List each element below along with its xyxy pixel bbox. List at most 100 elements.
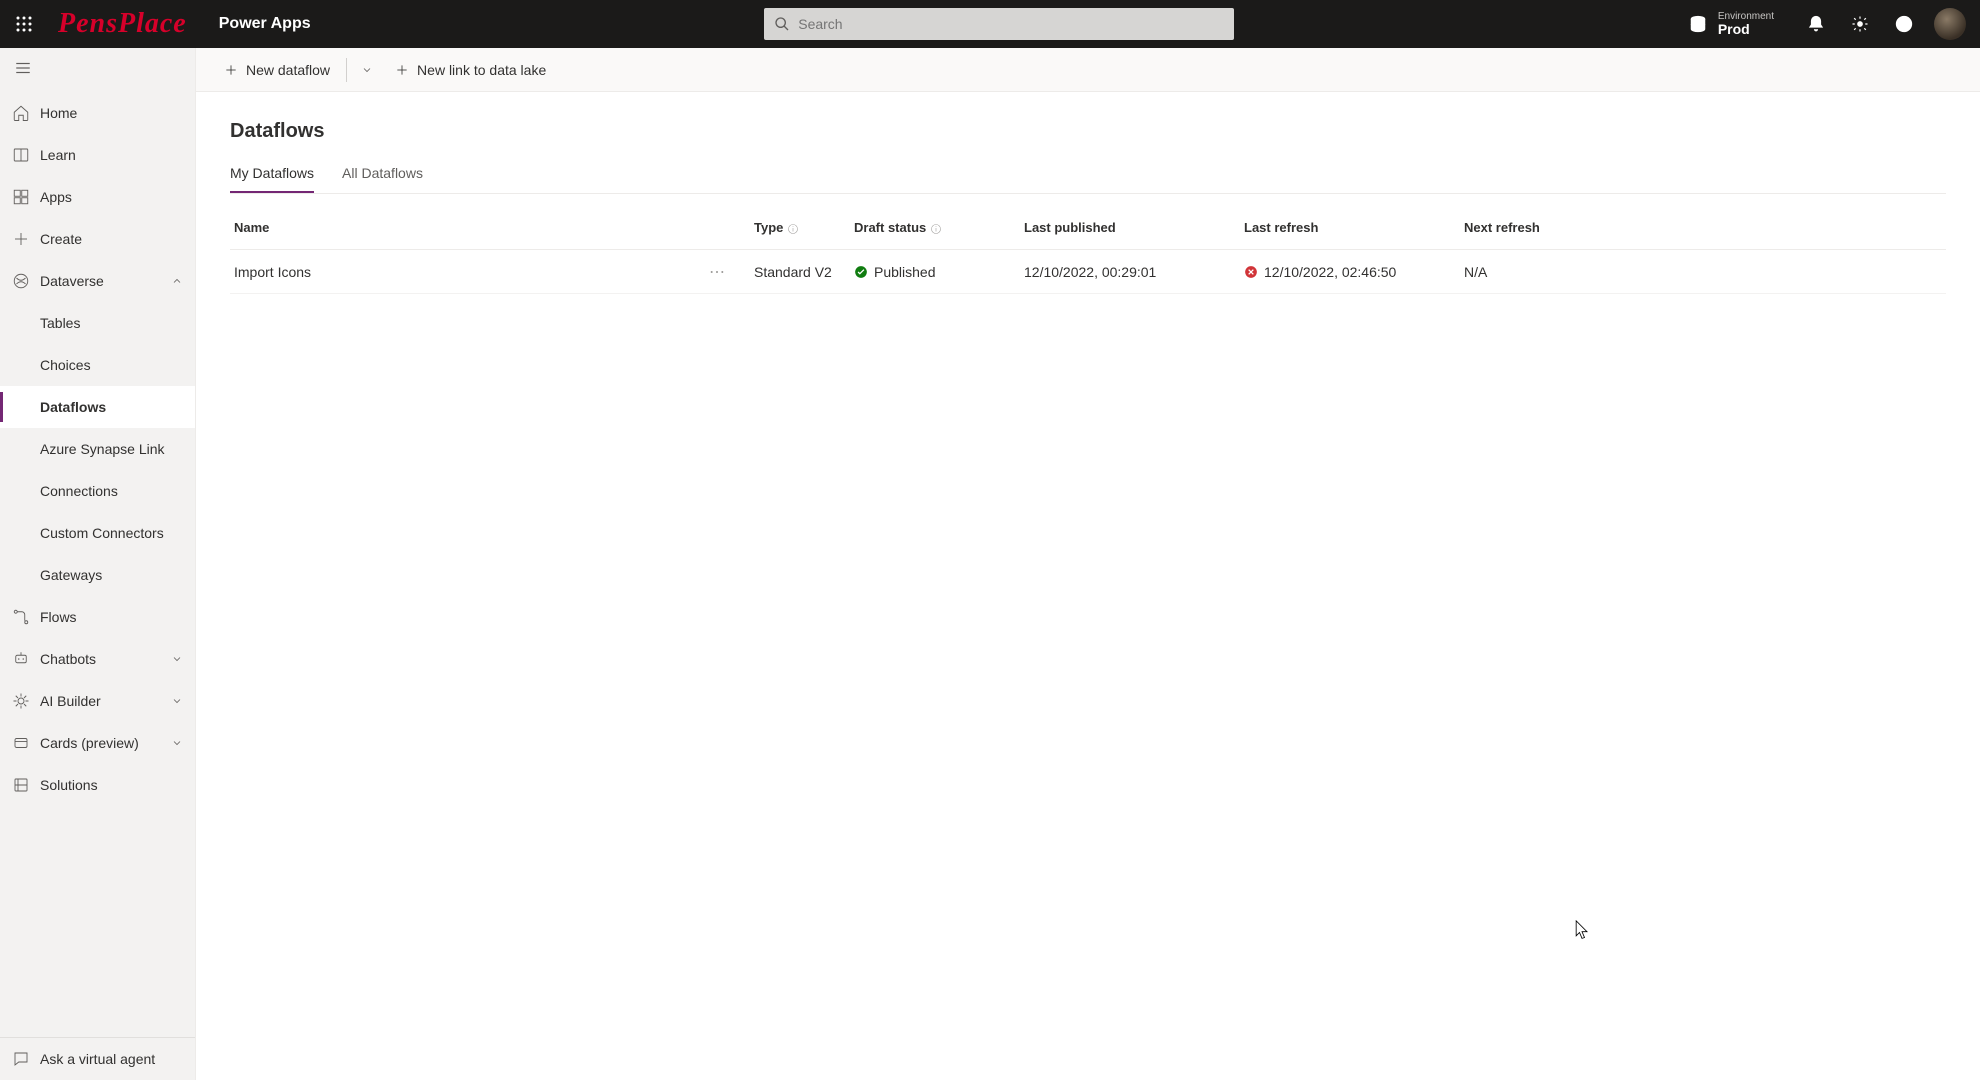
sidebar-item-cards[interactable]: Cards (preview) xyxy=(0,722,195,764)
environment-picker[interactable]: Environment Prod xyxy=(1688,11,1774,37)
sidebar-item-flows[interactable]: Flows xyxy=(0,596,195,638)
home-icon xyxy=(12,104,30,122)
sidebar-sub-synapse[interactable]: Azure Synapse Link xyxy=(0,428,195,470)
sidebar-item-label: Azure Synapse Link xyxy=(40,441,165,457)
sidebar-item-solutions[interactable]: Solutions xyxy=(0,764,195,806)
sidebar-item-aibuilder[interactable]: AI Builder xyxy=(0,680,195,722)
table-header: Name Type Draft status Last published La… xyxy=(230,206,1946,250)
error-circle-icon xyxy=(1244,265,1258,279)
solutions-icon xyxy=(12,776,30,794)
sidebar-item-label: Gateways xyxy=(40,567,102,583)
sidebar-item-label: Tables xyxy=(40,315,80,331)
plus-icon xyxy=(395,63,409,77)
col-next-refresh[interactable]: Next refresh xyxy=(1464,220,1644,235)
sidebar-item-label: Custom Connectors xyxy=(40,525,164,541)
sidebar-item-home[interactable]: Home xyxy=(0,92,195,134)
tab-my-dataflows[interactable]: My Dataflows xyxy=(230,165,314,193)
tabs: My Dataflows All Dataflows xyxy=(230,165,1946,194)
sidebar-item-apps[interactable]: Apps xyxy=(0,176,195,218)
chevron-down-icon xyxy=(361,64,373,76)
chat-icon xyxy=(12,1050,30,1068)
bell-icon xyxy=(1807,15,1825,33)
col-name[interactable]: Name xyxy=(234,220,754,235)
new-dataflow-dropdown[interactable] xyxy=(353,54,381,86)
help-button[interactable] xyxy=(1884,0,1924,48)
chatbots-icon xyxy=(12,650,30,668)
sidebar-item-label: Ask a virtual agent xyxy=(40,1051,155,1067)
ask-virtual-agent[interactable]: Ask a virtual agent xyxy=(0,1038,195,1080)
sidebar-sub-connections[interactable]: Connections xyxy=(0,470,195,512)
sidebar-nav: Home Learn Apps Create Dataverse Tables … xyxy=(0,88,195,1037)
table-row[interactable]: Import Icons ⋯ Standard V2 Published 12/… xyxy=(230,250,1946,294)
search-wrap xyxy=(764,8,1234,40)
cell-next-refresh: N/A xyxy=(1464,264,1644,280)
notifications-button[interactable] xyxy=(1796,0,1836,48)
page-title: Dataflows xyxy=(230,120,1946,143)
sidebar-item-learn[interactable]: Learn xyxy=(0,134,195,176)
settings-button[interactable] xyxy=(1840,0,1880,48)
page: Dataflows My Dataflows All Dataflows Nam… xyxy=(196,92,1980,322)
sidebar-footer: Ask a virtual agent xyxy=(0,1037,195,1080)
sidebar-item-label: Choices xyxy=(40,357,91,373)
sidebar-sub-dataflows[interactable]: Dataflows xyxy=(0,386,195,428)
button-label: New dataflow xyxy=(246,62,330,78)
col-draft-status[interactable]: Draft status xyxy=(854,220,1024,235)
cell-name: Import Icons ⋯ xyxy=(234,262,754,282)
flows-icon xyxy=(12,608,30,626)
environment-icon xyxy=(1688,14,1708,34)
cards-icon xyxy=(12,734,30,752)
info-icon xyxy=(787,223,799,235)
sidebar-sub-choices[interactable]: Choices xyxy=(0,344,195,386)
sidebar-item-label: Learn xyxy=(40,147,76,163)
apps-icon xyxy=(12,188,30,206)
info-icon xyxy=(930,223,942,235)
sidebar-item-label: Create xyxy=(40,231,82,247)
chevron-down-icon xyxy=(171,653,183,665)
chevron-up-icon xyxy=(171,275,183,287)
dataverse-icon xyxy=(12,272,30,290)
main: New dataflow New link to data lake Dataf… xyxy=(196,48,1980,1080)
new-dataflow-button[interactable]: New dataflow xyxy=(214,54,340,86)
sidebar-item-dataverse[interactable]: Dataverse xyxy=(0,260,195,302)
tab-all-dataflows[interactable]: All Dataflows xyxy=(342,165,423,193)
hamburger-icon xyxy=(14,59,32,77)
checkmark-circle-icon xyxy=(854,265,868,279)
sidebar-item-chatbots[interactable]: Chatbots xyxy=(0,638,195,680)
row-more-button[interactable]: ⋯ xyxy=(709,262,726,282)
command-separator xyxy=(346,58,347,82)
dataflow-name[interactable]: Import Icons xyxy=(234,264,311,280)
sidebar-sub-gateways[interactable]: Gateways xyxy=(0,554,195,596)
chevron-down-icon xyxy=(171,737,183,749)
col-last-refresh[interactable]: Last refresh xyxy=(1244,220,1464,235)
app-launcher-button[interactable] xyxy=(8,8,40,40)
button-label: New link to data lake xyxy=(417,62,546,78)
help-icon xyxy=(1895,15,1913,33)
new-link-button[interactable]: New link to data lake xyxy=(385,54,556,86)
sidebar-toggle[interactable] xyxy=(0,48,195,88)
user-avatar[interactable] xyxy=(1934,8,1966,40)
sidebar: Home Learn Apps Create Dataverse Tables … xyxy=(0,48,196,1080)
col-type[interactable]: Type xyxy=(754,220,854,235)
sidebar-item-create[interactable]: Create xyxy=(0,218,195,260)
gear-icon xyxy=(1851,15,1869,33)
suite-header: PensPlace Power Apps Environment Prod xyxy=(0,0,1980,48)
search-input[interactable] xyxy=(798,16,1224,32)
sidebar-item-label: Apps xyxy=(40,189,72,205)
sidebar-item-label: Solutions xyxy=(40,777,98,793)
sidebar-sub-customconn[interactable]: Custom Connectors xyxy=(0,512,195,554)
sidebar-sub-tables[interactable]: Tables xyxy=(0,302,195,344)
sidebar-item-label: Dataflows xyxy=(40,399,106,415)
cell-draft-status: Published xyxy=(854,264,1024,280)
search-box[interactable] xyxy=(764,8,1234,40)
environment-name: Prod xyxy=(1718,22,1774,37)
sidebar-item-label: Chatbots xyxy=(40,651,96,667)
cell-last-refresh: 12/10/2022, 02:46:50 xyxy=(1244,264,1464,280)
learn-icon xyxy=(12,146,30,164)
col-last-published[interactable]: Last published xyxy=(1024,220,1244,235)
search-icon xyxy=(774,16,790,32)
app-name: Power Apps xyxy=(219,15,311,33)
sidebar-item-label: Flows xyxy=(40,609,77,625)
aibuilder-icon xyxy=(12,692,30,710)
sidebar-item-label: Home xyxy=(40,105,77,121)
sidebar-item-label: Connections xyxy=(40,483,118,499)
